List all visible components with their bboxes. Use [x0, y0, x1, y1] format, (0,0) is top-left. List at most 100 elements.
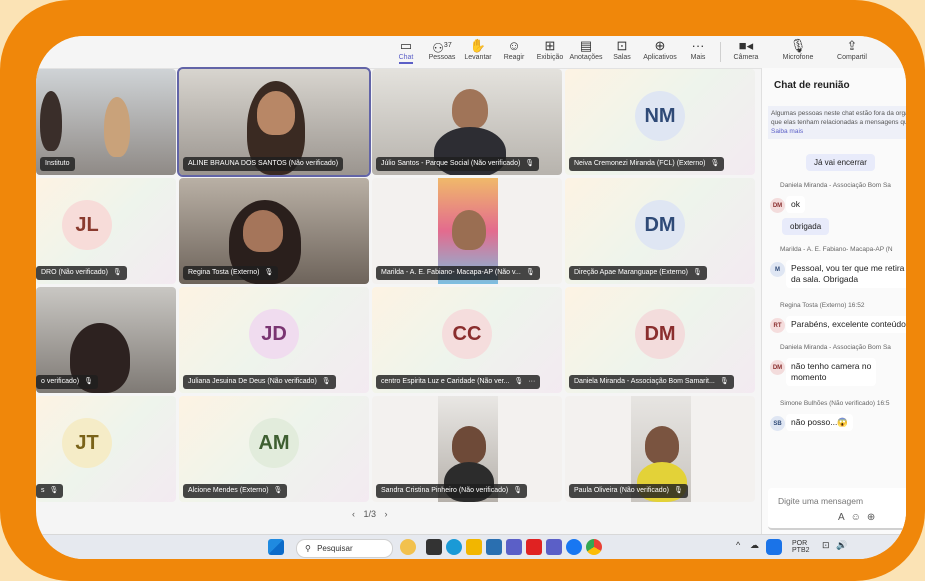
- chat-message: Parabéns, excelente conteúdo: [786, 316, 906, 333]
- compose-message-box[interactable]: Digite uma mensagem A☺⊕: [768, 488, 906, 530]
- network-icon[interactable]: ⊡: [822, 541, 830, 550]
- mic-muted-icon: 🎙: [525, 269, 535, 276]
- format-icon[interactable]: A: [838, 512, 851, 523]
- sender-avatar: DM: [770, 360, 785, 375]
- video-tile[interactable]: DM Daniela Miranda - Associação Bom Sama…: [565, 287, 755, 393]
- learn-more-link[interactable]: Saiba mais: [771, 128, 803, 135]
- participant-name: Regina Tosta (Externo) 🎙: [183, 266, 279, 280]
- meeting-chat-panel: Chat de reunião Algumas pessoas neste ch…: [761, 68, 906, 534]
- toolbar-mic-button[interactable]: 🎙 Microfone: [776, 38, 820, 61]
- language-indicator[interactable]: POR PTB2: [792, 540, 810, 554]
- chat-message: Pessoal, vou ter que me retira da sala. …: [786, 260, 906, 288]
- video-tile[interactable]: Paula Oliveira (Não verificado) 🎙: [565, 396, 755, 502]
- widgets-icon[interactable]: [400, 539, 416, 555]
- chat-sender: Simone Bulhões (Não verificado) 16:5: [780, 400, 890, 407]
- participant-name: Neiva Cremonezi Miranda (FCL) (Externo) 🎙: [569, 157, 725, 171]
- youtube-icon[interactable]: [526, 539, 542, 555]
- attach-icon[interactable]: ⊕: [867, 512, 881, 523]
- participant-name: Paula Oliveira (Não verificado) 🎙: [569, 484, 688, 498]
- sender-avatar: M: [770, 262, 785, 277]
- video-tile[interactable]: JT s 🎙: [36, 396, 176, 502]
- sender-avatar: SB: [770, 416, 785, 431]
- participant-name: Instituto: [40, 157, 75, 171]
- toolbar-camera-button[interactable]: ■◂ Câmera: [724, 38, 768, 61]
- compose-placeholder: Digite uma mensagem: [778, 496, 864, 506]
- taskbar-search[interactable]: ⚲ Pesquisar: [296, 539, 393, 558]
- video-tile[interactable]: Marilda - A. E. Fabiano- Macapa-AP (Não …: [372, 178, 562, 284]
- participant-face: [257, 91, 295, 135]
- video-tile[interactable]: CC centro Espirita Luz e Caridade (Não v…: [372, 287, 562, 393]
- chat-message: não posso...😱: [786, 414, 853, 431]
- chat-sender: Daniela Miranda - Associação Bom Sa: [780, 182, 891, 189]
- participant-name: ALINE BRAUNA DOS SANTOS (Não verificado): [183, 157, 344, 171]
- more-icon[interactable]: ···: [528, 378, 535, 385]
- participant-name: Daniela Miranda - Associação Bom Samarit…: [569, 375, 734, 389]
- video-tile[interactable]: Regina Tosta (Externo) 🎙: [179, 178, 369, 284]
- share-icon: ⇪: [846, 38, 858, 53]
- store-icon[interactable]: [486, 539, 502, 555]
- camera-icon: ■◂: [738, 38, 754, 53]
- participant-avatar: JL: [62, 200, 112, 250]
- edge-icon[interactable]: [446, 539, 462, 555]
- participant-video: [40, 91, 62, 151]
- video-tile[interactable]: AM Alcione Mendes (Externo) 🎙: [179, 396, 369, 502]
- windows-taskbar: ⚲ Pesquisar ^ ☁ POR PTB2 ⊡ 🔊: [36, 534, 906, 559]
- video-tile[interactable]: Júlio Santos - Parque Social (Não verifi…: [372, 69, 562, 175]
- mic-muted-icon: 🎙: [513, 487, 523, 494]
- chevron-up-icon[interactable]: ^: [736, 541, 740, 550]
- task-view-icon[interactable]: [426, 539, 442, 555]
- video-tile[interactable]: DM Direção Apae Maranguape (Externo) 🎙: [565, 178, 755, 284]
- mic-muted-icon: 🎙: [264, 269, 274, 276]
- video-tile[interactable]: Instituto: [36, 69, 176, 175]
- mic-muted-icon: 🎙: [321, 378, 331, 385]
- search-icon: ⚲: [305, 544, 311, 553]
- participant-name: DRO (Não verificado) 🎙: [36, 266, 127, 280]
- onedrive-icon[interactable]: ☁: [750, 541, 759, 550]
- prev-page-button[interactable]: ‹: [352, 509, 355, 519]
- participant-name: Sandra Cristina Pinheiro (Não verificado…: [376, 484, 528, 498]
- teams-icon[interactable]: [506, 539, 522, 555]
- participant-avatar: NM: [635, 91, 685, 141]
- teams-window: ▭ Chat ⚇37 Pessoas ✋ Levantar ☺ Reagir ⊞ Exib…: [36, 36, 906, 559]
- chat-message-mine: obrigada: [782, 218, 830, 235]
- participant-face: [452, 210, 486, 250]
- teams-active-icon[interactable]: [546, 539, 562, 555]
- participant-name: Alcione Mendes (Externo) 🎙: [183, 484, 288, 498]
- video-tile[interactable]: JD Juliana Jesuina De Deus (Não verifica…: [179, 287, 369, 393]
- emoji-icon[interactable]: ☺: [851, 512, 867, 523]
- participant-face: [452, 89, 488, 129]
- external-users-notice: Algumas pessoas neste chat estão fora da…: [768, 106, 906, 139]
- video-tile[interactable]: o verificado) 🎙: [36, 287, 176, 393]
- chrome-icon[interactable]: [586, 539, 602, 555]
- more-icon: ···: [691, 38, 705, 53]
- video-tile[interactable]: JL DRO (Não verificado) 🎙: [36, 178, 176, 284]
- next-page-button[interactable]: ›: [385, 509, 388, 519]
- mic-muted-icon: 🎙: [273, 487, 283, 494]
- mic-active-icon[interactable]: [766, 539, 782, 555]
- mic-muted-icon: 🎙: [693, 269, 702, 276]
- participant-avatar: CC: [442, 309, 492, 359]
- toolbar-divider: [720, 42, 721, 62]
- mic-muted-icon: 🎙: [673, 487, 683, 494]
- participant-video: [104, 97, 130, 157]
- chat-title: Chat de reunião: [774, 80, 850, 91]
- mic-muted-icon: 🎙: [719, 378, 729, 385]
- video-tile[interactable]: NM Neiva Cremonezi Miranda (FCL) (Extern…: [565, 69, 755, 175]
- mic-muted-icon: 🎙: [112, 269, 122, 276]
- sender-avatar: RT: [770, 318, 785, 333]
- participant-name: centro Espirita Luz e Caridade (Não ver.…: [376, 375, 541, 389]
- participant-face: [243, 210, 283, 252]
- file-explorer-icon[interactable]: [466, 539, 482, 555]
- chat-sender: Daniela Miranda - Associação Bom Sa: [780, 344, 891, 351]
- video-tile-active-speaker[interactable]: ALINE BRAUNA DOS SANTOS (Não verificado): [177, 67, 371, 177]
- mic-muted-icon: 🎙: [514, 378, 524, 385]
- participant-avatar: AM: [249, 418, 299, 468]
- windows-start-icon[interactable]: [268, 539, 284, 555]
- video-tile[interactable]: Sandra Cristina Pinheiro (Não verificado…: [372, 396, 562, 502]
- participant-avatar: DM: [635, 200, 685, 250]
- mic-icon: 🎙: [789, 38, 807, 53]
- toolbar-more-button[interactable]: ··· Mais: [676, 38, 720, 61]
- volume-icon[interactable]: 🔊: [836, 541, 847, 550]
- toolbar-share-button[interactable]: ⇪ Compartil: [830, 38, 874, 61]
- facebook-icon[interactable]: [566, 539, 582, 555]
